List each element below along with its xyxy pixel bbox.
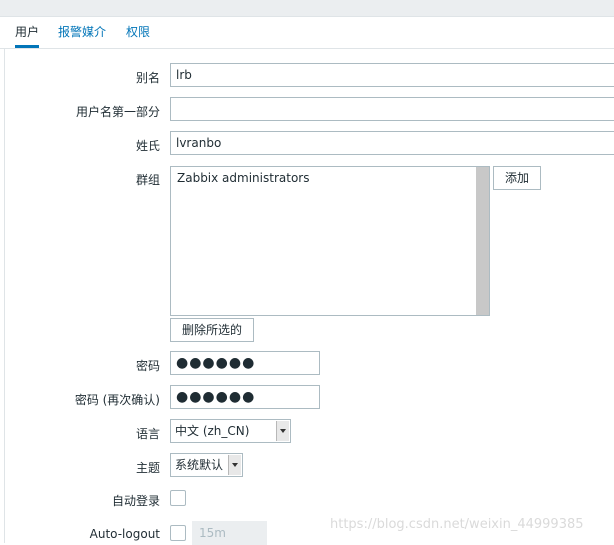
- user-form: 别名 lrb 用户名第一部分 姓氏 lvranbo 群组 Zabbix admi…: [4, 49, 614, 545]
- watermark: https://blog.csdn.net/weixin_44999385: [330, 517, 584, 532]
- language-label: 语言: [135, 427, 160, 441]
- groups-scrollbar[interactable]: [476, 167, 489, 315]
- autologout-label: Auto-logout: [89, 527, 160, 541]
- password-confirm-label: 密码 (再次确认): [74, 393, 160, 407]
- autologin-checkbox[interactable]: [170, 490, 186, 506]
- surname-input[interactable]: lvranbo: [170, 131, 614, 155]
- alias-input[interactable]: lrb: [170, 63, 614, 87]
- chevron-down-icon: [228, 455, 241, 475]
- name-input[interactable]: [170, 97, 614, 121]
- password-input[interactable]: ●●●●●●: [170, 351, 320, 375]
- theme-label: 主题: [135, 461, 160, 475]
- tab-bar: 用户 报警媒介 权限: [0, 17, 614, 49]
- surname-label: 姓氏: [135, 139, 160, 153]
- chevron-down-icon: [276, 421, 289, 441]
- autologout-input: 15m: [192, 521, 267, 545]
- password-confirm-input[interactable]: ●●●●●●: [170, 385, 320, 409]
- theme-select[interactable]: 系统默认: [170, 453, 243, 477]
- groups-listbox[interactable]: Zabbix administrators: [170, 166, 490, 316]
- language-select[interactable]: 中文 (zh_CN): [170, 419, 291, 443]
- remove-selected-button[interactable]: 删除所选的: [170, 318, 254, 342]
- add-group-button[interactable]: 添加: [493, 166, 541, 190]
- autologout-checkbox[interactable]: [170, 525, 186, 541]
- theme-value: 系统默认: [175, 458, 224, 472]
- autologin-label: 自动登录: [111, 494, 160, 508]
- tab-media[interactable]: 报警媒介: [58, 17, 106, 47]
- tab-user[interactable]: 用户: [15, 17, 40, 48]
- name-label: 用户名第一部分: [75, 105, 160, 119]
- language-value: 中文 (zh_CN): [175, 424, 250, 438]
- alias-label: 别名: [135, 71, 160, 85]
- list-item[interactable]: Zabbix administrators: [177, 171, 309, 185]
- password-label: 密码: [135, 359, 160, 373]
- top-bar: [0, 0, 614, 17]
- tab-permissions[interactable]: 权限: [126, 17, 150, 47]
- groups-label: 群组: [135, 173, 160, 187]
